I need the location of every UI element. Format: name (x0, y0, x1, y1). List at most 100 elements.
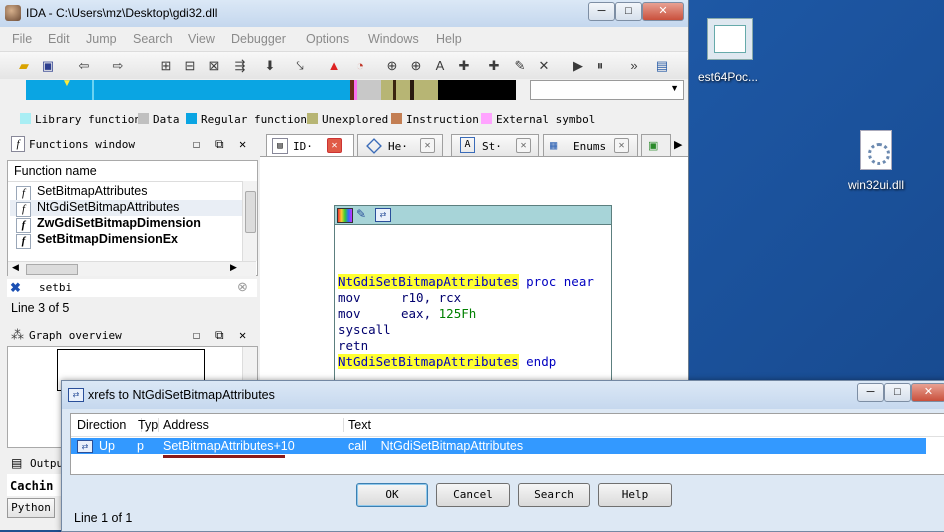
menu-search[interactable]: Search (133, 32, 173, 46)
search-binary-icon[interactable]: ⤥ (292, 58, 308, 74)
down-arrow-icon[interactable]: ⬇ (262, 58, 278, 74)
warning-icon[interactable]: ▲ (326, 58, 342, 74)
pane-close-icon[interactable]: ✕ (239, 137, 246, 151)
back-arrow-icon[interactable]: ⇦ (76, 58, 92, 74)
list-item[interactable]: f ZwGdiSetBitmapDimension (16, 216, 201, 233)
menu-view[interactable]: View (188, 32, 215, 46)
ascii-icon[interactable]: A (432, 58, 448, 74)
breakpoint-icon[interactable]: ◔ (352, 58, 368, 74)
hex-icon (366, 138, 382, 154)
code-line-proc[interactable]: NtGdiSetBitmapAttributes proc near (338, 274, 594, 289)
maximize-button[interactable]: □ (615, 2, 642, 21)
column-type[interactable]: Typ (137, 418, 159, 432)
pane-restore-icon[interactable]: ☐ (193, 137, 200, 151)
code-line[interactable]: mov eax, 125Fh (338, 306, 476, 321)
cancel-button[interactable]: Cancel (436, 483, 510, 507)
code-line[interactable]: retn (338, 338, 368, 353)
function-name: SetBitmapAttributes (37, 184, 148, 198)
edit-node-icon[interactable]: ✎ (356, 207, 366, 221)
struct-icon[interactable]: ✚ (456, 58, 472, 74)
code-line[interactable]: syscall (338, 322, 391, 337)
list-item[interactable]: f SetBitmapAttributes (16, 184, 148, 201)
undefine-icon[interactable]: ✕ (536, 58, 552, 74)
code-node[interactable]: ✎ ⇄ NtGdiSetBitmapAttributes proc near m… (334, 205, 612, 382)
dialog-title-bar[interactable]: ⇄ xrefs to NtGdiSetBitmapAttributes ─ □ … (62, 381, 944, 409)
desktop-icon-win32ui[interactable]: win32ui.dll (838, 130, 914, 192)
forward-arrow-icon[interactable]: ⇨ (110, 58, 126, 74)
column-header[interactable]: Function name (8, 161, 243, 182)
close-icon[interactable]: ✕ (327, 138, 342, 153)
graph-group-icon[interactable]: ⇄ (375, 208, 391, 222)
pause-icon[interactable]: ⏸ (592, 58, 608, 74)
column-address[interactable]: Address (163, 418, 344, 432)
rename-icon[interactable]: ✎ (512, 58, 528, 74)
menu-help[interactable]: Help (436, 32, 462, 46)
segment-dropdown[interactable]: ▼ (530, 80, 684, 100)
minimize-button[interactable]: ─ (588, 2, 615, 21)
vertical-scrollbar[interactable] (242, 181, 257, 261)
binary-icon[interactable]: ⊞ (158, 58, 174, 74)
output-text: Cachin (7, 474, 67, 496)
search-button[interactable]: Search (518, 483, 590, 507)
python-button[interactable]: Python (7, 498, 55, 518)
list-item[interactable]: f SetBitmapDimensionEx (16, 232, 178, 249)
pane-restore-icon[interactable]: ☐ (193, 328, 200, 342)
close-icon[interactable]: ✕ (420, 138, 435, 153)
create-data-icon[interactable]: ⊕ (408, 58, 424, 74)
pane-close-icon[interactable]: ✕ (239, 328, 246, 342)
title-bar[interactable]: IDA - C:\Users\mz\Desktop\gdi32.dll ─ □ … (0, 0, 688, 27)
code-line[interactable]: mov r10, rcx (338, 290, 461, 305)
table-row[interactable]: ⇄ Up p SetBitmapAttributes+10 call NtGdi… (71, 438, 926, 454)
help-button[interactable]: Help (598, 483, 672, 507)
play-icon[interactable]: ▶ (570, 58, 586, 74)
code-line-endp[interactable]: NtGdiSetBitmapAttributes endp (338, 354, 556, 369)
close-filter-icon[interactable]: ✖ (10, 280, 21, 296)
vertical-scrollbar[interactable] (242, 347, 257, 381)
close-icon[interactable]: ✕ (516, 138, 531, 153)
pane-float-icon[interactable]: ⧉ (215, 137, 224, 152)
array-icon[interactable]: ✚ (486, 58, 502, 74)
close-button[interactable]: ✕ (911, 383, 944, 402)
menu-edit[interactable]: Edit (48, 32, 70, 46)
list-icon[interactable]: ▤ (654, 58, 670, 74)
menu-options[interactable]: Options (306, 32, 349, 46)
jump-icon[interactable]: ⇶ (232, 58, 248, 74)
color-palette-icon[interactable] (337, 208, 353, 223)
menu-jump[interactable]: Jump (86, 32, 117, 46)
tab-hex-view[interactable]: He· ✕ (357, 134, 443, 157)
decimal-icon[interactable]: ⊠ (206, 58, 222, 74)
graph-overview-title: Graph overview (29, 329, 122, 342)
nav-band-strip[interactable]: ▼ (26, 78, 516, 100)
save-icon[interactable]: ▣ (40, 58, 56, 74)
open-folder-icon[interactable]: ▰ (16, 58, 32, 74)
column-header-label: Function name (14, 164, 97, 178)
close-icon[interactable]: ✕ (614, 138, 629, 153)
close-button[interactable]: ✕ (642, 2, 684, 21)
more-tools-icon[interactable]: » (626, 58, 642, 74)
tab-enums[interactable]: ▦ Enums ✕ (543, 134, 638, 157)
list-item[interactable]: f NtGdiSetBitmapAttributes (10, 200, 243, 217)
navigation-band: ▼ ▼ (0, 78, 688, 103)
desktop-icon-est64poc[interactable]: est64Poc... (690, 18, 770, 84)
hex-icon[interactable]: ⊟ (182, 58, 198, 74)
tab-overflow[interactable]: ▣ (641, 134, 671, 158)
proc-label: NtGdiSetBitmapAttributes (338, 274, 519, 289)
tab-ida-view[interactable]: ▤ ID· ✕ (266, 134, 354, 157)
window-title: IDA - C:\Users\mz\Desktop\gdi32.dll (26, 6, 218, 20)
row-direction: Up (99, 439, 115, 453)
tab-structures[interactable]: A St· ✕ (451, 134, 539, 157)
pane-float-icon[interactable]: ⧉ (215, 328, 224, 343)
tab-scroll-right-icon[interactable]: ▶ (674, 138, 682, 151)
menu-windows[interactable]: Windows (368, 32, 419, 46)
clear-filter-icon[interactable]: ⊗ (237, 279, 248, 295)
ok-button[interactable]: OK (356, 483, 428, 507)
menu-file[interactable]: File (12, 32, 32, 46)
minimize-button[interactable]: ─ (857, 383, 884, 402)
column-text[interactable]: Text (348, 418, 371, 432)
maximize-button[interactable]: □ (884, 383, 911, 402)
menu-debugger[interactable]: Debugger (231, 32, 286, 46)
horizontal-scrollbar[interactable]: ◀ ▶ (8, 261, 256, 276)
column-direction[interactable]: Direction (71, 418, 142, 432)
create-code-icon[interactable]: ⊕ (384, 58, 400, 74)
filter-input[interactable]: setbi (39, 281, 72, 294)
